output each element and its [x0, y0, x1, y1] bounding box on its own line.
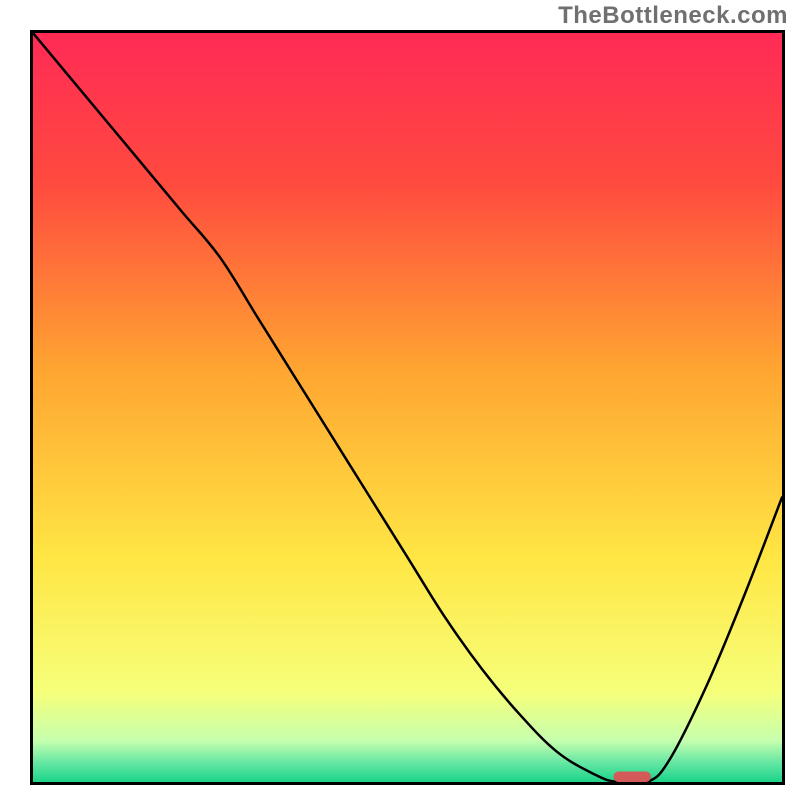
optimum-marker	[613, 772, 650, 782]
chart-frame: TheBottleneck.com	[0, 0, 800, 800]
plot-svg	[33, 33, 782, 782]
watermark-text: TheBottleneck.com	[558, 2, 788, 30]
gradient-background	[33, 33, 782, 782]
